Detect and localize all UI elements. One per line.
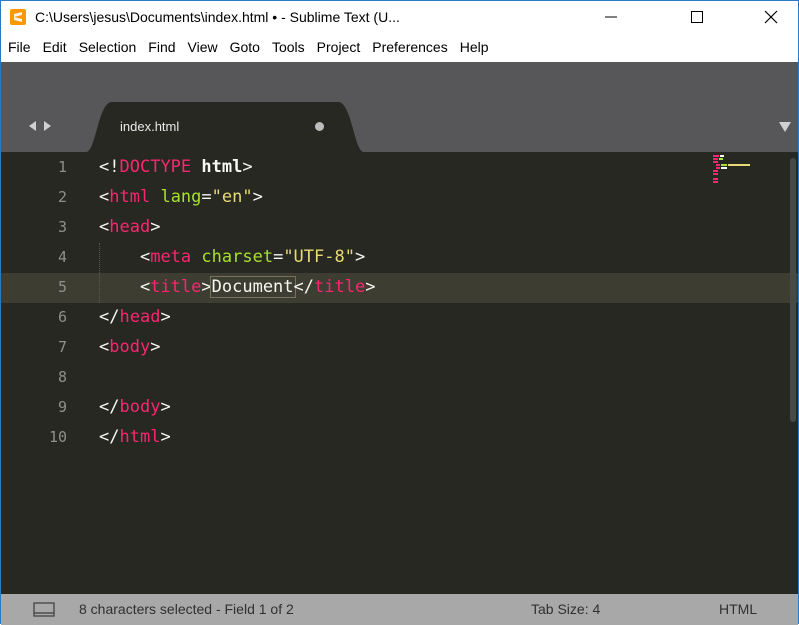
selection-status: 8 characters selected - Field 1 of 2 [79,601,294,617]
line-number: 2 [57,188,67,206]
line-number: 10 [48,428,67,446]
tab-left-arrow-icon[interactable] [27,120,37,132]
code-line[interactable]: <body> [99,332,160,362]
code-line[interactable]: <html lang="en"> [99,182,263,212]
code-line[interactable]: </html> [99,422,171,452]
tab-label: index.html [120,119,180,134]
line-number-gutter: 1 2 3 4 5 6 7 8 9 10 [1,152,81,594]
tab-navigation [27,120,53,132]
modified-dot-icon[interactable] [315,122,324,131]
menu-project[interactable]: Project [309,39,361,55]
code-line[interactable]: <head> [99,212,160,242]
code-line[interactable]: </body> [99,392,171,422]
syntax-indicator[interactable]: HTML [719,601,757,617]
selected-text: Document [209,276,296,298]
title-bar[interactable]: C:\Users\jesus\Documents\index.html • - … [1,1,798,32]
tab-index-html[interactable]: index.html [86,102,364,152]
line-number: 9 [57,398,67,416]
menu-help[interactable]: Help [452,39,489,55]
line-number: 4 [57,248,67,266]
maximize-button[interactable] [674,1,720,32]
menu-preferences[interactable]: Preferences [364,39,447,55]
menu-file[interactable]: File [1,39,31,55]
vertical-scrollbar[interactable] [790,158,796,422]
editor-area[interactable]: 1 2 3 4 5 6 7 8 9 10 <!DOCTYPE html> <htm… [1,152,798,594]
line-number: 7 [57,338,67,356]
maximize-icon [691,10,703,23]
tab-menu-dropdown-icon[interactable] [778,121,792,133]
minimap[interactable] [711,154,757,184]
minimize-icon [605,16,617,17]
sublime-logo-icon [10,8,26,25]
menu-selection[interactable]: Selection [71,39,137,55]
tab-bar-top [1,62,798,102]
line-number: 8 [57,368,67,386]
panel-toggle-icon[interactable] [33,602,55,618]
line-number: 6 [57,308,67,326]
line-number: 1 [57,158,67,176]
line-number: 3 [57,218,67,236]
tab-strip: index.html [1,102,798,152]
menu-tools[interactable]: Tools [264,39,305,55]
close-button[interactable] [748,1,794,32]
tab-right-arrow-icon[interactable] [43,120,53,132]
window-title: C:\Users\jesus\Documents\index.html • - … [35,8,400,25]
minimize-button[interactable] [588,1,634,32]
menu-bar: File Edit Selection Find View Goto Tools… [1,32,798,62]
sublime-window: C:\Users\jesus\Documents\index.html • - … [0,0,799,625]
menu-find[interactable]: Find [140,39,175,55]
code-line[interactable]: </head> [99,302,171,332]
tab-size-indicator[interactable]: Tab Size: 4 [531,601,600,617]
menu-edit[interactable]: Edit [35,39,67,55]
line-number: 5 [57,278,67,296]
code-line[interactable]: <!DOCTYPE html> [99,152,253,182]
menu-view[interactable]: View [180,39,218,55]
close-icon [764,10,778,23]
status-bar: 8 characters selected - Field 1 of 2 Tab… [1,594,798,625]
code-line[interactable]: <meta charset="UTF-8"> [99,242,365,272]
code-line[interactable]: <title>Document</title> [99,272,375,302]
menu-goto[interactable]: Goto [222,39,260,55]
